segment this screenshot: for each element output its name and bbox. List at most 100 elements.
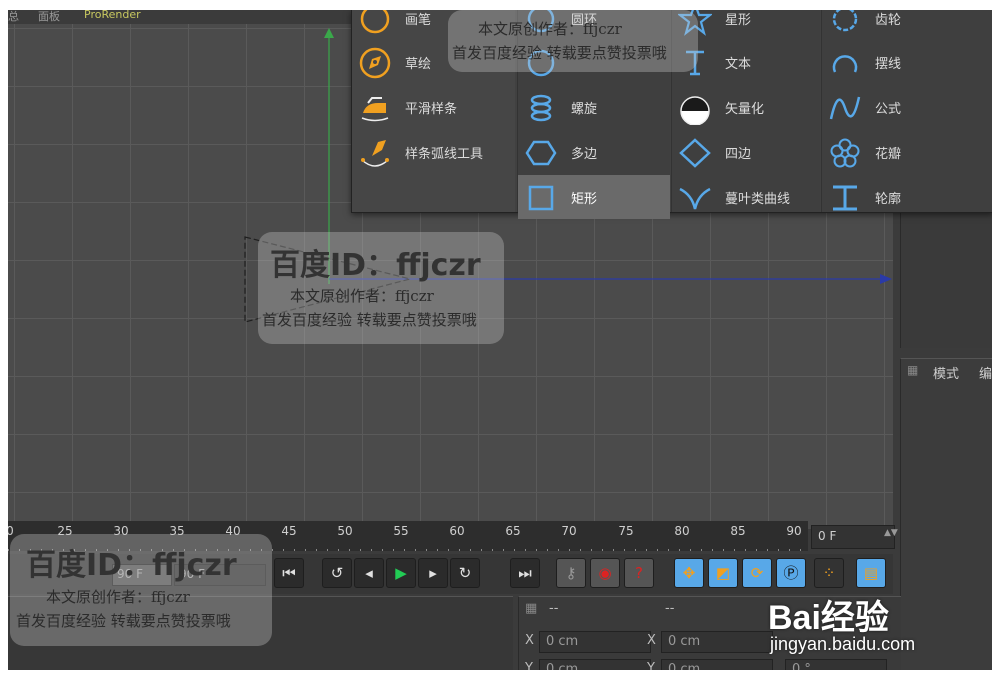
position-x-field[interactable]: 0 cm <box>539 631 651 653</box>
vectorizer-icon <box>678 91 712 126</box>
scale-key-button[interactable]: ◩ <box>708 558 738 588</box>
size-x-field[interactable]: 0 cm <box>661 631 773 653</box>
skip-end-icon: ⏭ <box>518 564 532 582</box>
prev-key-button[interactable]: ↺ <box>322 558 352 588</box>
play-button[interactable]: ▶ <box>386 558 416 588</box>
film-icon: ▤ <box>863 564 879 582</box>
cissoid-icon <box>678 181 712 215</box>
menu-item-smooth-spline[interactable]: 平滑样条 <box>352 85 515 129</box>
tick-label: 50 <box>337 524 353 538</box>
x2-label: X <box>647 633 656 648</box>
cogwheel-icon <box>828 10 862 36</box>
mode-tab[interactable]: 模式 <box>933 363 959 382</box>
y-label: Y <box>525 661 533 670</box>
dots-grid-icon: ⁘ <box>822 564 836 582</box>
brush-icon <box>358 10 392 36</box>
menu-item-spline-arc-tool[interactable]: 样条弧线工具 <box>352 130 515 174</box>
move-key-button[interactable]: ✥ <box>674 558 704 588</box>
question-icon: ? <box>635 564 643 582</box>
y2-label: Y <box>647 661 655 670</box>
watermark-notice: 首发百度经验 转载要点赞投票哦 <box>16 612 231 630</box>
menu-item-prorender[interactable]: ProRender <box>84 10 141 21</box>
menu-item[interactable]: 面板 <box>38 10 60 24</box>
menu-item[interactable]: 总 <box>8 10 19 24</box>
tick-label: 80 <box>674 524 690 538</box>
rotate-key-button[interactable]: ⟳ <box>742 558 772 588</box>
tick-label: 85 <box>730 524 746 538</box>
x-label: X <box>525 633 534 648</box>
spinner-icon: ▲▼ <box>884 528 898 538</box>
baidu-jingyan-logo: Bai经验 jingyan.baidu.com <box>768 599 916 654</box>
rotate-icon: ⟳ <box>750 564 764 582</box>
menu-item-rectangle[interactable]: 矩形 <box>518 175 670 219</box>
key-help-button[interactable]: ? <box>624 558 654 588</box>
auto-key-icon: ◉ <box>598 564 612 582</box>
position-y-field[interactable]: 0 cm <box>539 659 651 670</box>
watermark-author: 本文原创作者：ffjczr <box>46 588 190 606</box>
coord-header-a: -- <box>549 601 559 616</box>
tick-label: 65 <box>505 524 521 538</box>
step-back-icon: ◂ <box>365 564 373 582</box>
menu-item-formula[interactable]: 公式 <box>822 85 992 129</box>
menu-item-cycloid[interactable]: 摆线 <box>822 40 992 84</box>
watermark-id: 百度ID：ffjczr <box>26 548 237 583</box>
menu-item-helix[interactable]: 螺旋 <box>518 85 670 129</box>
coord-header-b: -- <box>665 601 675 616</box>
step-forward-icon: ▸ <box>429 564 437 582</box>
go-to-end-button[interactable]: ⏭ <box>510 558 540 588</box>
next-key-icon: ↻ <box>458 564 472 582</box>
record-keys-button[interactable]: ⚷ <box>556 558 586 588</box>
timeline-button[interactable]: ▤ <box>856 558 886 588</box>
attribute-header: ▦ 模式 编 <box>901 359 992 383</box>
tick-label: 75 <box>618 524 634 538</box>
point-level-button[interactable]: ⁘ <box>814 558 844 588</box>
tick-label: 60 <box>449 524 465 538</box>
auto-key-button[interactable]: ◉ <box>590 558 620 588</box>
flower-icon <box>828 136 862 170</box>
menu-item-profile[interactable]: 轮廓 <box>822 175 992 219</box>
sine-wave-icon <box>828 91 862 125</box>
size-y-field[interactable]: 0 cm <box>661 659 773 670</box>
tick-label: 55 <box>393 524 409 538</box>
watermark-author: 本文原创作者：ffjczr <box>478 20 622 38</box>
menu-item-polygon[interactable]: 多边 <box>518 130 670 174</box>
pen-arc-icon <box>358 136 392 170</box>
step-forward-button[interactable]: ▸ <box>418 558 448 588</box>
param-key-button[interactable]: Ⓟ <box>776 558 806 588</box>
hexagon-icon <box>524 136 558 170</box>
key-icon: ⚷ <box>565 564 577 582</box>
menu-item-vectorizer[interactable]: 矢量化 <box>672 85 820 129</box>
skip-start-icon: ⏮ <box>282 564 296 582</box>
pen-icon <box>358 46 392 80</box>
tick-label: 0 <box>8 524 14 538</box>
watermark-notice: 首发百度经验 转载要点赞投票哦 <box>452 44 667 62</box>
menu-item-cogwheel[interactable]: 齿轮 <box>822 10 992 40</box>
tick-label: 45 <box>281 524 297 538</box>
play-icon: ▶ <box>395 564 407 582</box>
diamond-icon <box>678 136 712 170</box>
menu-item-cissoid[interactable]: 蔓叶类曲线 <box>672 175 820 219</box>
i-beam-icon <box>828 181 862 215</box>
iron-icon <box>358 91 392 125</box>
grip-icon: ▦ <box>525 601 538 616</box>
scale-icon: ◩ <box>715 564 731 582</box>
next-key-button[interactable]: ↻ <box>450 558 480 588</box>
menu-item-flower[interactable]: 花瓣 <box>822 130 992 174</box>
cycloid-icon <box>828 46 862 80</box>
go-to-start-button[interactable]: ⏮ <box>274 558 304 588</box>
tick-label: 70 <box>561 524 577 538</box>
edit-tab[interactable]: 编 <box>979 363 992 382</box>
spline-primitives-column-3: 齿轮 摆线 公式 花瓣 轮廓 <box>821 10 992 212</box>
helix-icon <box>524 91 558 125</box>
watermark-id: 百度ID：ffjczr <box>270 248 481 283</box>
watermark-notice: 首发百度经验 转载要点赞投票哦 <box>262 311 477 329</box>
grip-icon: ▦ <box>907 363 919 377</box>
p-icon: Ⓟ <box>783 564 799 582</box>
menu-item-4-side[interactable]: 四边 <box>672 130 820 174</box>
move-icon: ✥ <box>682 564 696 582</box>
rectangle-icon <box>524 181 558 215</box>
rotation-field[interactable]: 0 ° <box>785 659 887 670</box>
step-back-button[interactable]: ◂ <box>354 558 384 588</box>
current-frame-field[interactable]: 0 F ▲▼ <box>811 525 898 549</box>
tick-label: 90 <box>786 524 802 538</box>
